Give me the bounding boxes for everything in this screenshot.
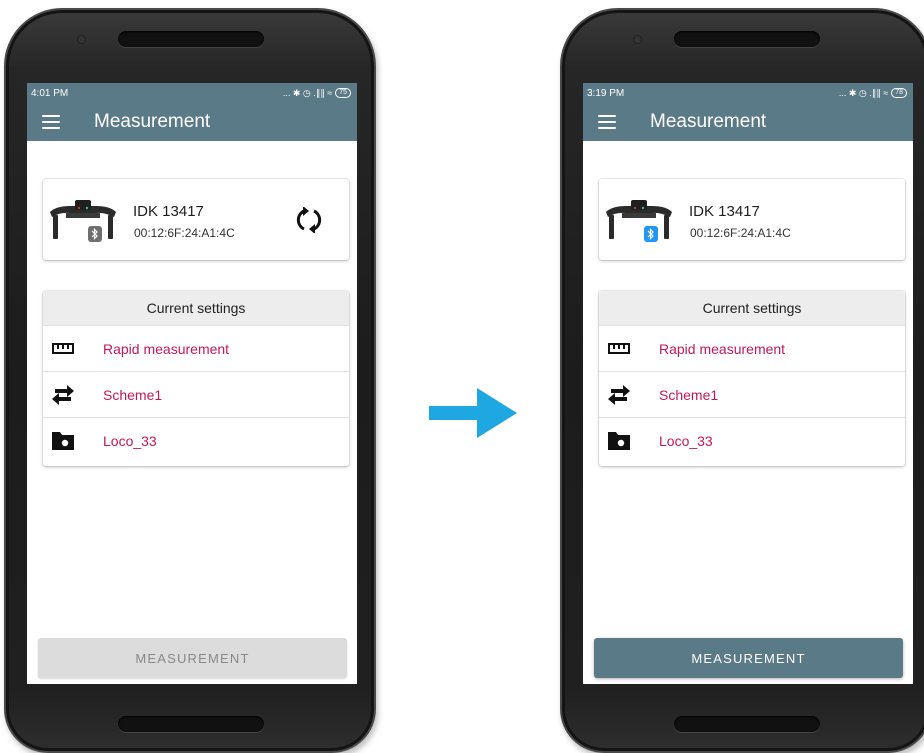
measurement-button[interactable]: MEASUREMENT <box>38 638 347 678</box>
device-mac-address: 00:12:6F:24:A1:4C <box>690 226 791 240</box>
caliper-device-image <box>50 200 116 239</box>
status-system-icons: ... ✱ ◷ .∥∥ ≈ <box>282 87 333 98</box>
swap-arrows-icon <box>43 384 103 405</box>
device-name: IDK 13417 <box>133 203 204 220</box>
settings-item-scheme[interactable]: Scheme1 <box>599 371 905 417</box>
settings-header: Current settings <box>43 291 349 325</box>
bottom-speaker <box>674 716 820 732</box>
right-arrow-icon <box>429 388 517 438</box>
settings-item-measurement-mode[interactable]: Rapid measurement <box>43 325 349 371</box>
ruler-icon <box>599 342 659 355</box>
app-bar-title: Measurement <box>650 111 767 132</box>
status-icons: ... ✱ ◷ .∥∥ ≈ 78 <box>839 88 907 99</box>
device-card[interactable]: IDK 13417 00:12:6F:24:A1:4C <box>43 179 349 260</box>
settings-item-location[interactable]: Loco_33 <box>43 417 349 463</box>
device-name: IDK 13417 <box>689 203 760 220</box>
folder-camera-icon <box>43 431 103 450</box>
top-speaker <box>674 31 820 47</box>
phone-screen: 3:19 PM ... ✱ ◷ .∥∥ ≈ 78 Measurement IDK… <box>583 83 913 684</box>
current-settings-card: Current settings Rapid measurement Schem… <box>43 291 349 466</box>
front-camera <box>78 36 85 43</box>
status-time: 4:01 PM <box>31 87 69 99</box>
settings-item-label: Loco_33 <box>103 432 157 449</box>
settings-item-measurement-mode[interactable]: Rapid measurement <box>599 325 905 371</box>
settings-item-label: Loco_33 <box>659 432 713 449</box>
folder-camera-icon <box>599 431 659 450</box>
settings-header: Current settings <box>599 291 905 325</box>
top-speaker <box>118 31 264 47</box>
front-camera <box>634 36 641 43</box>
refresh-icon[interactable] <box>294 207 324 233</box>
hamburger-menu-icon[interactable] <box>42 115 60 129</box>
app-bar-title: Measurement <box>94 111 211 132</box>
settings-item-location[interactable]: Loco_33 <box>599 417 905 463</box>
measurement-button[interactable]: MEASUREMENT <box>594 638 903 678</box>
status-time: 3:19 PM <box>587 87 625 99</box>
status-bar: 3:19 PM ... ✱ ◷ .∥∥ ≈ 78 <box>583 83 913 103</box>
phone-screen: 4:01 PM ... ✱ ◷ .∥∥ ≈ 75 Measurement IDK… <box>27 83 357 684</box>
status-system-icons: ... ✱ ◷ .∥∥ ≈ <box>838 87 889 98</box>
hamburger-menu-icon[interactable] <box>598 115 616 129</box>
bottom-speaker <box>118 716 264 732</box>
status-bar: 4:01 PM ... ✱ ◷ .∥∥ ≈ 75 <box>27 83 357 103</box>
settings-item-label: Rapid measurement <box>103 340 230 357</box>
phone-left: 4:01 PM ... ✱ ◷ .∥∥ ≈ 75 Measurement IDK… <box>4 8 376 753</box>
app-bar: Measurement <box>27 103 357 141</box>
battery-icon: 78 <box>891 88 907 98</box>
device-mac-address: 00:12:6F:24:A1:4C <box>134 226 235 240</box>
battery-icon: 75 <box>335 88 351 98</box>
caliper-device-image <box>606 200 672 239</box>
settings-item-label: Rapid measurement <box>659 340 786 357</box>
status-icons: ... ✱ ◷ .∥∥ ≈ 75 <box>283 88 351 99</box>
settings-item-label: Scheme1 <box>659 386 719 403</box>
swap-arrows-icon <box>599 384 659 405</box>
app-bar: Measurement <box>583 103 913 141</box>
device-card[interactable]: IDK 13417 00:12:6F:24:A1:4C <box>599 179 905 260</box>
settings-item-scheme[interactable]: Scheme1 <box>43 371 349 417</box>
phone-right: 3:19 PM ... ✱ ◷ .∥∥ ≈ 78 Measurement IDK… <box>560 8 924 753</box>
settings-item-label: Scheme1 <box>103 386 163 403</box>
bluetooth-icon <box>88 226 102 242</box>
current-settings-card: Current settings Rapid measurement Schem… <box>599 291 905 466</box>
bluetooth-icon <box>644 226 658 242</box>
ruler-icon <box>43 342 103 355</box>
